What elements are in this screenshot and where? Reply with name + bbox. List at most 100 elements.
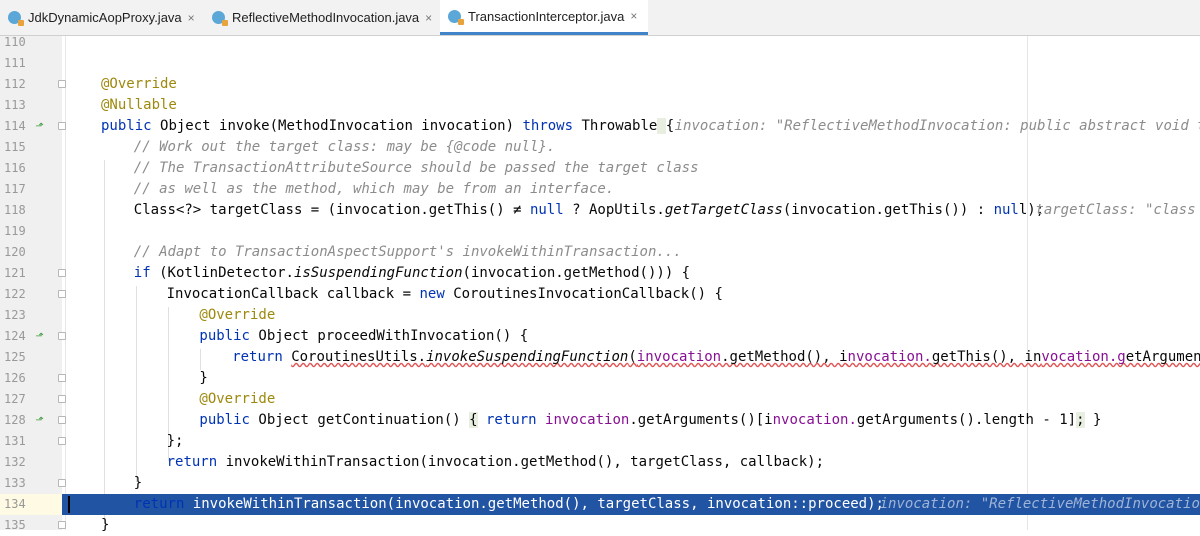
line-number: 121 bbox=[4, 266, 26, 280]
line-number: 112 bbox=[4, 77, 26, 91]
code-line[interactable]: 114 ⬏ public Object invoke(MethodInvocatio… bbox=[0, 116, 1200, 137]
override-method-marker-icon[interactable]: ⬏ bbox=[34, 121, 45, 132]
line-number: 127 bbox=[4, 392, 26, 406]
code-line[interactable]: 113 @Nullable bbox=[0, 95, 1200, 116]
tab-transaction-interceptor[interactable]: TransactionInterceptor.java × bbox=[440, 0, 648, 35]
code-line[interactable]: 126} bbox=[0, 368, 1200, 389]
code-text: }; bbox=[166, 433, 184, 449]
code-line[interactable]: 112 @Override bbox=[0, 74, 1200, 95]
line-number: 126 bbox=[4, 371, 26, 385]
code-line[interactable]: 131}; bbox=[0, 431, 1200, 452]
code-text: } bbox=[101, 517, 110, 533]
inline-debug-value: invocation: "ReflectiveMethodInvocation:… bbox=[879, 496, 1200, 512]
line-number: 115 bbox=[4, 140, 26, 154]
code-text: @Override bbox=[199, 307, 276, 323]
line-number: 119 bbox=[4, 224, 26, 238]
tab-jdk-dynamic-aop-proxy[interactable]: JdkDynamicAopProxy.java × bbox=[0, 0, 202, 35]
line-number: 120 bbox=[4, 245, 26, 259]
code-line[interactable]: 111 bbox=[0, 53, 1200, 74]
text-caret bbox=[68, 496, 70, 513]
code-text: public Object proceedWithInvocation() { bbox=[199, 328, 529, 344]
line-number: 135 bbox=[4, 518, 26, 532]
code-line[interactable]: 127 @Override bbox=[0, 389, 1200, 410]
code-line[interactable]: 133} bbox=[0, 473, 1200, 494]
code-text: Class<?> targetClass = (invocation.getTh… bbox=[133, 202, 1045, 218]
fold-toggle-icon[interactable] bbox=[58, 395, 66, 403]
fold-toggle-icon[interactable] bbox=[58, 332, 66, 340]
inline-debug-value: invocation: "ReflectiveMethodInvocation:… bbox=[674, 118, 1200, 134]
code-line[interactable]: 135} bbox=[0, 515, 1200, 536]
code-line[interactable]: 116 // The TransactionAttributeSource sho… bbox=[0, 158, 1200, 179]
line-number: 110 bbox=[4, 35, 26, 49]
code-line[interactable]: 123 @Override bbox=[0, 305, 1200, 326]
override-method-marker-icon[interactable]: ⬏ bbox=[34, 415, 45, 426]
tab-label: TransactionInterceptor.java bbox=[468, 8, 625, 24]
line-number: 116 bbox=[4, 161, 26, 175]
line-number: 131 bbox=[4, 434, 26, 448]
override-method-marker-icon[interactable]: ⬏ bbox=[34, 331, 45, 342]
code-text: if (KotlinDetector.isSuspendingFunction(… bbox=[133, 265, 691, 281]
java-class-file-icon bbox=[448, 9, 464, 25]
code-line[interactable]: 128 ⬏ public Object getContinuation() { re… bbox=[0, 410, 1200, 431]
fold-toggle-icon[interactable] bbox=[58, 416, 66, 424]
code-text: public Object invoke(MethodInvocation in… bbox=[101, 118, 675, 134]
code-text: @Override bbox=[101, 76, 177, 92]
code-line[interactable]: 122 InvocationCallback callback = new Cor… bbox=[0, 284, 1200, 305]
editor-tab-bar: JdkDynamicAopProxy.java × ReflectiveMeth… bbox=[0, 0, 1200, 36]
code-text: // Adapt to TransactionAspectSupport's i… bbox=[133, 244, 682, 260]
code-text: return invokeWithinTransaction(invocatio… bbox=[133, 496, 884, 512]
fold-toggle-icon[interactable] bbox=[58, 122, 66, 130]
tab-label: JdkDynamicAopProxy.java bbox=[28, 10, 182, 25]
code-text: // Work out the target class: may be {@c… bbox=[133, 139, 556, 155]
tab-label: ReflectiveMethodInvocation.java bbox=[232, 10, 420, 25]
code-text: return CoroutinesUtils.invokeSuspendingF… bbox=[232, 349, 1200, 365]
fold-toggle-icon[interactable] bbox=[58, 290, 66, 298]
code-text: } bbox=[199, 370, 208, 386]
fold-toggle-icon[interactable] bbox=[58, 521, 66, 529]
java-class-file-icon bbox=[212, 11, 228, 26]
fold-toggle-icon[interactable] bbox=[58, 479, 66, 487]
fold-toggle-icon[interactable] bbox=[58, 374, 66, 382]
line-number: 118 bbox=[4, 203, 26, 217]
code-line[interactable]: 117 // as well as the method, which may b… bbox=[0, 179, 1200, 200]
code-line[interactable]: 120 // Adapt to TransactionAspectSupport'… bbox=[0, 242, 1200, 263]
line-number: 132 bbox=[4, 455, 26, 469]
code-line[interactable]: 115 // Work out the target class: may be … bbox=[0, 137, 1200, 158]
fold-toggle-icon[interactable] bbox=[58, 80, 66, 88]
code-text: return invokeWithinTransaction(invocatio… bbox=[166, 454, 825, 470]
line-number: 134 bbox=[4, 497, 26, 511]
line-number: 133 bbox=[4, 476, 26, 490]
close-icon[interactable]: × bbox=[630, 9, 637, 23]
code-line[interactable]: 119 bbox=[0, 221, 1200, 242]
code-text: // The TransactionAttributeSource should… bbox=[133, 160, 699, 176]
code-text: // as well as the method, which may be f… bbox=[133, 181, 615, 197]
code-line[interactable]: 132 return invokeWithinTransaction(invoca… bbox=[0, 452, 1200, 473]
line-number: 111 bbox=[4, 56, 26, 70]
line-number: 117 bbox=[4, 182, 26, 196]
code-line[interactable]: 121 if (KotlinDetector.isSuspendingFuncti… bbox=[0, 263, 1200, 284]
line-number: 122 bbox=[4, 287, 26, 301]
code-line[interactable]: 118 Class<?> targetClass = (invocation.ge… bbox=[0, 200, 1200, 221]
execution-line[interactable]: 134 return invokeWithinTransaction(invoca… bbox=[0, 494, 1200, 515]
tab-reflective-method-invocation[interactable]: ReflectiveMethodInvocation.java × bbox=[204, 0, 438, 35]
close-icon[interactable]: × bbox=[425, 11, 432, 25]
inline-debug-value: targetClass: "class top bbox=[1035, 202, 1196, 218]
line-number: 113 bbox=[4, 98, 26, 112]
code-text: } bbox=[133, 475, 143, 491]
code-line[interactable]: 110 bbox=[0, 32, 1200, 53]
code-text: InvocationCallback callback = new Corout… bbox=[166, 286, 723, 302]
fold-toggle-icon[interactable] bbox=[58, 269, 66, 277]
code-line[interactable]: 124 ⬏ public Object proceedWithInvocation(… bbox=[0, 326, 1200, 347]
line-number: 114 bbox=[4, 119, 26, 133]
java-class-file-icon bbox=[8, 11, 24, 26]
code-text: public Object getContinuation() { return… bbox=[199, 412, 1102, 428]
line-number: 128 bbox=[4, 413, 26, 427]
line-number: 123 bbox=[4, 308, 26, 322]
fold-toggle-icon[interactable] bbox=[58, 437, 66, 445]
code-text: @Nullable bbox=[101, 97, 177, 113]
line-number: 124 bbox=[4, 329, 26, 343]
line-number: 125 bbox=[4, 350, 26, 364]
code-text: @Override bbox=[199, 391, 276, 407]
code-line[interactable]: 125 return CoroutinesUtils.invokeSuspendi… bbox=[0, 347, 1200, 368]
close-icon[interactable]: × bbox=[188, 11, 195, 25]
